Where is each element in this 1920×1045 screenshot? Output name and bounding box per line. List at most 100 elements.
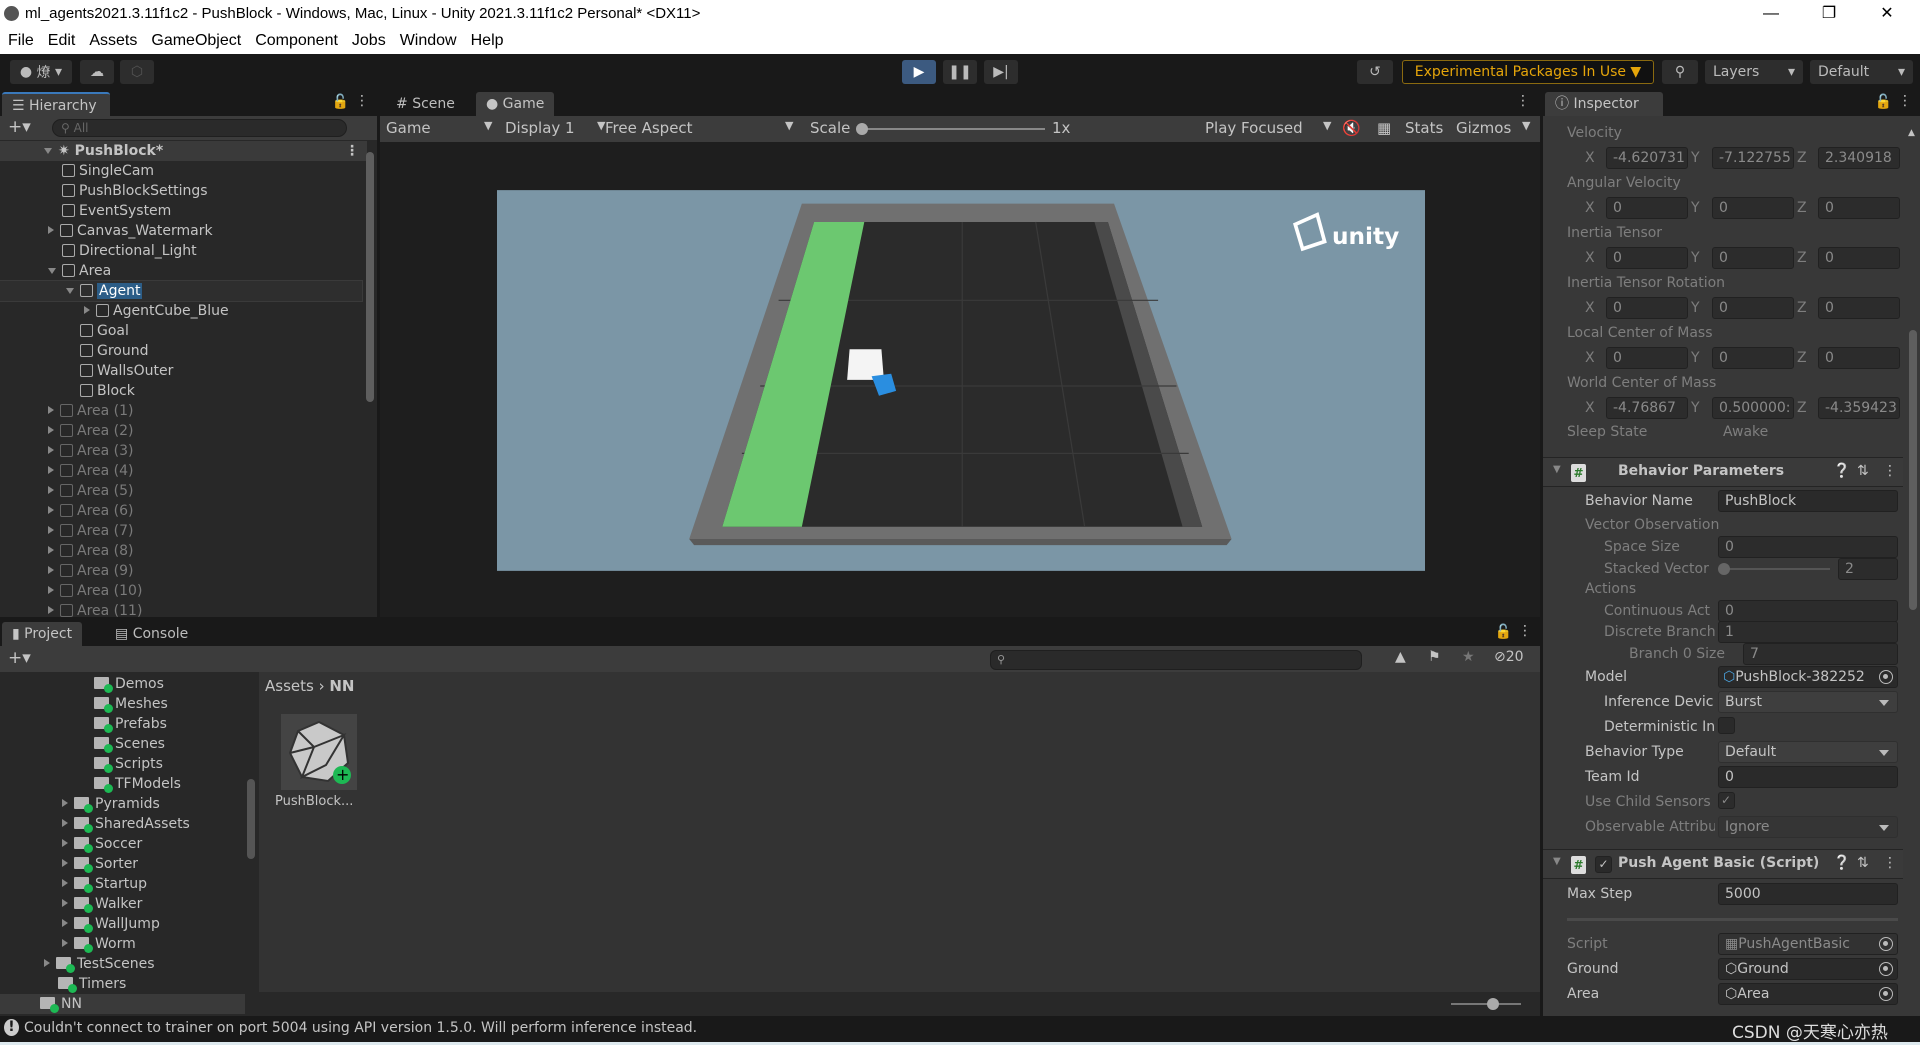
- hierarchy-item[interactable]: Area: [0, 261, 362, 281]
- tab-inspector[interactable]: ⓘ Inspector: [1545, 92, 1663, 116]
- area-field[interactable]: ⬡Area: [1718, 983, 1898, 1005]
- hierarchy-item[interactable]: Block: [0, 381, 362, 401]
- more-options-icon[interactable]: ⋮: [1883, 855, 1897, 871]
- project-folder[interactable]: Startup: [0, 874, 245, 894]
- minimize-button[interactable]: —: [1742, 0, 1800, 27]
- stacked-vectors-input[interactable]: 2: [1838, 558, 1898, 580]
- vector-z-field[interactable]: 0: [1818, 247, 1900, 269]
- help-icon[interactable]: ❔: [1833, 463, 1850, 479]
- expand-arrow-icon[interactable]: [44, 148, 52, 154]
- hierarchy-search-input[interactable]: ⚲ All: [52, 119, 347, 137]
- project-folder[interactable]: Worm: [0, 934, 245, 954]
- vector-y-field[interactable]: 0: [1712, 347, 1794, 369]
- hierarchy-item[interactable]: Goal: [0, 321, 362, 341]
- vector-y-field[interactable]: 0: [1712, 297, 1794, 319]
- vector-x-field[interactable]: -4.620731: [1606, 147, 1688, 169]
- vector-x-field[interactable]: 0: [1606, 297, 1688, 319]
- push-agent-basic-header[interactable]: ▼ # ✓ Push Agent Basic (Script) ❔ ⇅ ⋮: [1543, 849, 1903, 879]
- favorite-star-icon[interactable]: ★: [1462, 649, 1475, 665]
- observable-attributes-dropdown[interactable]: Ignore: [1718, 816, 1898, 838]
- search-button[interactable]: ⚲: [1662, 60, 1698, 84]
- expand-arrow-icon[interactable]: [62, 879, 68, 887]
- menu-component[interactable]: Component: [248, 32, 345, 50]
- display-dropdown[interactable]: Display 1 ▼: [505, 119, 615, 137]
- project-folder[interactable]: Pyramids: [0, 794, 245, 814]
- behavior-type-dropdown[interactable]: Default: [1718, 741, 1898, 763]
- step-button[interactable]: ▶|: [984, 60, 1018, 84]
- expand-arrow-icon[interactable]: [48, 426, 54, 434]
- deterministic-inference-checkbox[interactable]: [1718, 717, 1735, 734]
- use-child-sensors-checkbox[interactable]: ✓: [1718, 792, 1735, 809]
- project-tree-scrollbar[interactable]: [245, 672, 257, 1016]
- collapse-arrow-icon[interactable]: ▼: [1553, 856, 1561, 867]
- experimental-packages-button[interactable]: Experimental Packages In Use ▼: [1402, 60, 1654, 84]
- expand-arrow-icon[interactable]: [62, 819, 68, 827]
- stacked-vectors-slider[interactable]: [1718, 563, 1830, 575]
- project-folder[interactable]: NN: [0, 994, 245, 1014]
- hierarchy-item[interactable]: Area (11): [0, 601, 362, 621]
- more-options-icon[interactable]: ⋮: [1516, 93, 1530, 109]
- model-field[interactable]: ⬡PushBlock-382252: [1718, 666, 1898, 688]
- vector-x-field[interactable]: -4.76867: [1606, 397, 1688, 419]
- breadcrumb-assets[interactable]: Assets: [265, 677, 314, 695]
- hierarchy-item[interactable]: SingleCam: [0, 161, 362, 181]
- expand-arrow-icon[interactable]: [62, 919, 68, 927]
- object-picker-icon[interactable]: [1879, 987, 1893, 1001]
- hierarchy-item[interactable]: Area (3): [0, 441, 362, 461]
- tab-console[interactable]: ▤ Console: [105, 622, 198, 646]
- asset-thumbnail[interactable]: +: [281, 714, 357, 790]
- project-folder[interactable]: TFModels: [0, 774, 245, 794]
- presets-icon[interactable]: ⇅: [1857, 463, 1869, 479]
- stats-button[interactable]: Stats: [1405, 119, 1443, 137]
- lock-icon[interactable]: 🔓: [332, 94, 349, 110]
- menu-window[interactable]: Window: [393, 32, 464, 50]
- behavior-parameters-header[interactable]: ▼ # Behavior Parameters ❔ ⇅ ⋮: [1543, 457, 1903, 487]
- status-bar[interactable]: ! Couldn't connect to trainer on port 50…: [0, 1016, 1920, 1043]
- close-button[interactable]: ✕: [1858, 0, 1916, 27]
- max-step-input[interactable]: 5000: [1718, 883, 1898, 905]
- more-options-icon[interactable]: ⋮: [1883, 463, 1897, 479]
- hierarchy-item[interactable]: PushBlockSettings: [0, 181, 362, 201]
- menu-assets[interactable]: Assets: [82, 32, 144, 50]
- lock-icon[interactable]: 🔓: [1495, 624, 1512, 640]
- vector-z-field[interactable]: 0: [1818, 297, 1900, 319]
- hierarchy-item[interactable]: Area (7): [0, 521, 362, 541]
- project-folder[interactable]: Demos: [0, 674, 245, 694]
- more-options-icon[interactable]: ⋮: [1518, 623, 1532, 639]
- collab-button[interactable]: ⬡: [120, 60, 154, 84]
- gizmos-button[interactable]: Gizmos: [1456, 119, 1511, 137]
- expand-arrow-icon[interactable]: [62, 799, 68, 807]
- continuous-actions-input[interactable]: 0: [1718, 600, 1898, 622]
- discrete-branches-input[interactable]: 1: [1718, 621, 1898, 643]
- vector-y-field[interactable]: -7.122755: [1712, 147, 1794, 169]
- tab-game[interactable]: ● Game: [476, 92, 555, 116]
- tab-scene[interactable]: # Scene: [386, 92, 465, 116]
- scale-slider[interactable]: [856, 123, 1045, 135]
- more-options-icon[interactable]: ⋮: [345, 141, 359, 161]
- hierarchy-item[interactable]: Directional_Light: [0, 241, 362, 261]
- play-button[interactable]: ▶: [902, 60, 936, 84]
- project-folder[interactable]: Sorter: [0, 854, 245, 874]
- project-search-input[interactable]: ⚲: [990, 650, 1362, 670]
- menu-jobs[interactable]: Jobs: [345, 32, 393, 50]
- hierarchy-item[interactable]: EventSystem: [0, 201, 362, 221]
- lock-icon[interactable]: 🔓: [1875, 94, 1892, 110]
- hierarchy-item[interactable]: Area (2): [0, 421, 362, 441]
- vector-z-field[interactable]: 2.340918: [1818, 147, 1900, 169]
- expand-arrow-icon[interactable]: [48, 586, 54, 594]
- hierarchy-item[interactable]: Canvas_Watermark: [0, 221, 362, 241]
- vector-z-field[interactable]: -4.359423: [1818, 397, 1900, 419]
- vector-y-field[interactable]: 0: [1712, 247, 1794, 269]
- menu-file[interactable]: File: [0, 32, 41, 50]
- hidden-packages-toggle[interactable]: ⊘20: [1494, 649, 1524, 665]
- project-folder[interactable]: Soccer: [0, 834, 245, 854]
- shortcuts-icon[interactable]: ▦: [1377, 119, 1391, 137]
- vector-z-field[interactable]: 0: [1818, 197, 1900, 219]
- project-folder[interactable]: SharedAssets: [0, 814, 245, 834]
- vector-x-field[interactable]: 0: [1606, 197, 1688, 219]
- hierarchy-item[interactable]: AgentCube_Blue: [0, 301, 362, 321]
- menu-edit[interactable]: Edit: [41, 32, 83, 50]
- expand-arrow-icon[interactable]: [48, 566, 54, 574]
- expand-arrow-icon[interactable]: [48, 606, 54, 614]
- hierarchy-item[interactable]: Area (4): [0, 461, 362, 481]
